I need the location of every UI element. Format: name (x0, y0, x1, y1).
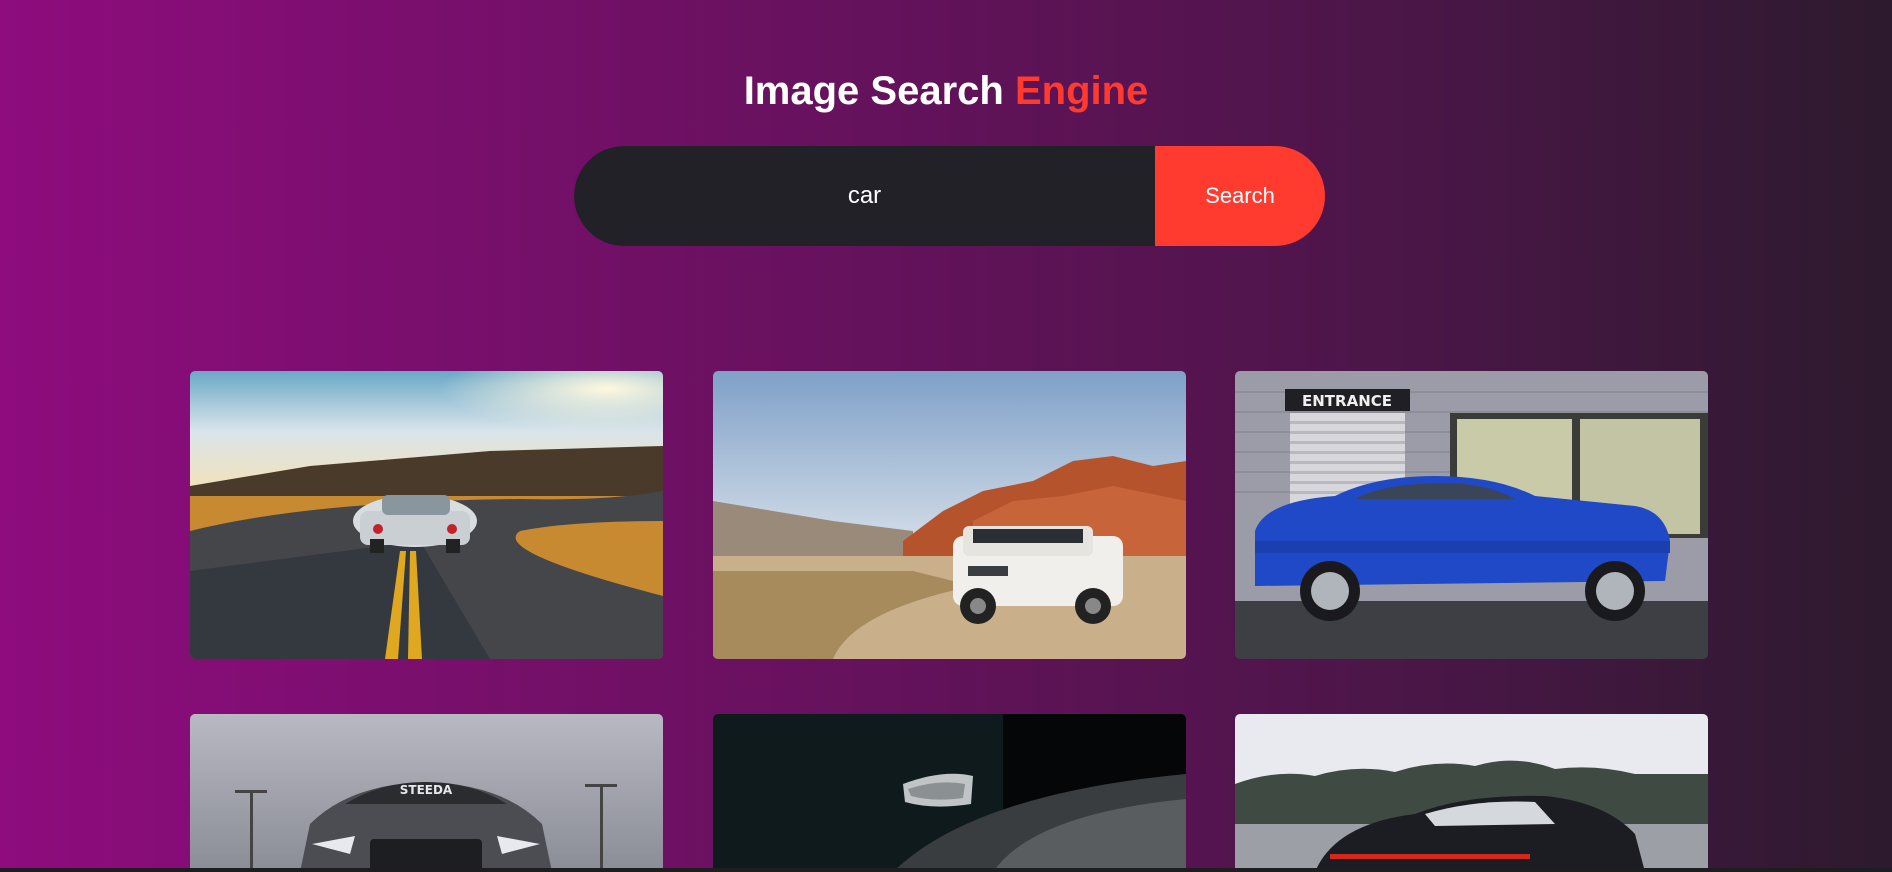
search-button[interactable]: Search (1155, 146, 1325, 246)
bottom-edge (0, 868, 1892, 872)
search-input[interactable] (574, 146, 1155, 246)
result-image-2[interactable] (713, 371, 1186, 659)
results-grid: ENTRANCE STEEDA (0, 0, 1892, 872)
title-accent: Engine (1014, 69, 1149, 113)
search-form: Search (574, 146, 1325, 246)
result-image-4[interactable]: STEEDA (190, 714, 663, 872)
result-image-1[interactable] (190, 371, 663, 659)
result-image-6[interactable] (1235, 714, 1708, 872)
result-image-3[interactable]: ENTRANCE (1235, 371, 1708, 659)
page-title: Image Search Engine (0, 66, 1892, 116)
windshield-banner: STEEDA (400, 783, 453, 797)
result-image-5[interactable] (713, 714, 1186, 872)
title-main: Image Search (743, 69, 1004, 113)
entrance-sign: ENTRANCE (1302, 392, 1392, 410)
